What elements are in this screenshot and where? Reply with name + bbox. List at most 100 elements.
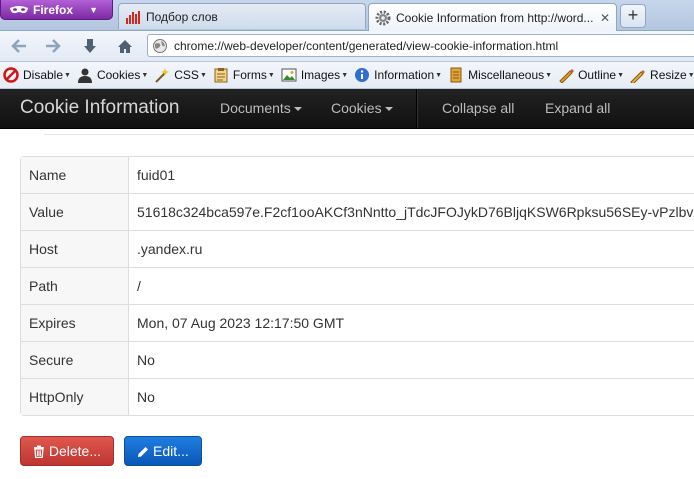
toolbar-item-label: CSS (174, 68, 199, 82)
cookies-icon (77, 68, 92, 83)
home-icon (118, 39, 132, 53)
row-value: / (129, 267, 694, 304)
table-row: HttpOnly No (21, 378, 694, 415)
row-value: No (129, 378, 694, 415)
toolbar-item-css[interactable]: CSS ▼ (154, 67, 207, 83)
cookies-menu-label: Cookies (331, 100, 382, 116)
row-value: 51618c324bca597e.F2cf1ooAKCf3nNntto_jTdc… (129, 193, 694, 230)
toolbar-item-forms[interactable]: Forms ▼ (213, 67, 275, 83)
url-bar[interactable]: chrome://web-developer/content/generated… (147, 34, 694, 57)
toolbar-item-label: Outline (578, 68, 617, 82)
dropdown-arrow-icon: ▼ (545, 71, 553, 79)
dropdown-arrow-icon: ▼ (341, 71, 349, 79)
forward-button[interactable] (42, 36, 64, 56)
pencil-icon (138, 446, 148, 457)
dropdown-arrow-icon: ▼ (141, 71, 149, 79)
firefox-menu-label: Firefox (33, 2, 74, 17)
toolbar-item-miscellaneous[interactable]: Miscellaneous ▼ (448, 67, 552, 83)
table-row: Value 51618c324bca597e.F2cf1ooAKCf3nNntt… (21, 193, 694, 230)
row-value: .yandex.ru (129, 230, 694, 267)
globe-icon (153, 38, 167, 53)
new-tab-button[interactable]: + (620, 4, 646, 28)
row-label: Expires (21, 304, 129, 341)
forward-arrow-icon (46, 39, 61, 53)
tab-cookie-information[interactable]: Cookie Information from http://word... ✕ (368, 3, 617, 31)
toolbar-item-label: Disable (23, 68, 64, 82)
toolbar-item-label: Resize (650, 68, 687, 82)
table-row: Name fuid01 (21, 157, 694, 193)
toolbar-item-label: Miscellaneous (468, 68, 545, 82)
row-label: Name (21, 157, 129, 193)
forms-icon (214, 68, 228, 83)
table-row: Expires Mon, 07 Aug 2023 12:17:50 GMT (21, 304, 694, 341)
edit-cookie-button[interactable]: Edit... (124, 436, 202, 466)
collapse-all-link[interactable]: Collapse all (442, 100, 514, 116)
chevron-down-icon: ▼ (89, 4, 98, 15)
back-arrow-icon (11, 39, 26, 53)
row-label: Secure (21, 341, 129, 378)
miscellaneous-icon (450, 67, 462, 83)
documents-menu[interactable]: Documents (220, 100, 302, 116)
section-divider (44, 134, 694, 135)
table-row: Path / (21, 267, 694, 304)
tab-word-selection[interactable]: Подбор слов (118, 3, 366, 29)
disable-icon (3, 67, 19, 83)
cookies-menu[interactable]: Cookies (331, 100, 393, 116)
back-button[interactable] (8, 36, 30, 56)
row-label: HttpOnly (21, 378, 129, 415)
css-icon (155, 68, 170, 83)
information-icon (355, 68, 370, 82)
dropdown-arrow-icon: ▼ (617, 71, 625, 79)
dropdown-arrow-icon: ▼ (199, 71, 207, 79)
web-developer-toolbar: Disable ▼ Cookies ▼ CSS ▼ Forms ▼ Images ▼ (0, 62, 694, 89)
toolbar-item-label: Images (300, 68, 341, 82)
documents-menu-label: Documents (220, 100, 291, 116)
row-label: Host (21, 230, 129, 267)
toolbar-item-disable[interactable]: Disable ▼ (3, 67, 71, 83)
row-label: Path (21, 267, 129, 304)
delete-button-label: Delete... (48, 443, 101, 459)
url-text: chrome://web-developer/content/generated… (174, 38, 559, 53)
page-brand-title[interactable]: Cookie Information (20, 97, 179, 119)
dropdown-arrow-icon: ▼ (64, 71, 71, 79)
resize-icon (630, 70, 646, 83)
dropdown-arrow-icon: ▼ (435, 71, 443, 79)
dropdown-arrow-icon: ▼ (687, 71, 694, 79)
row-label: Value (21, 193, 129, 230)
row-value: Mon, 07 Aug 2023 12:17:50 GMT (129, 304, 694, 341)
firefox-mask-icon (10, 5, 28, 13)
home-button[interactable] (114, 36, 136, 56)
tab-title: Cookie Information from http://word... (396, 10, 594, 25)
toolbar-item-information[interactable]: Information ▼ (354, 67, 442, 83)
toolbar-item-cookies[interactable]: Cookies ▼ (77, 67, 148, 83)
images-icon (281, 68, 297, 82)
navbar-divider (416, 89, 417, 128)
caret-down-icon (384, 107, 393, 112)
trash-icon (33, 445, 44, 458)
table-row: Host .yandex.ru (21, 230, 694, 267)
firefox-menu-button[interactable]: Firefox ▼ (0, 0, 113, 20)
toolbar-item-images[interactable]: Images ▼ (281, 67, 348, 83)
navigation-bar: chrome://web-developer/content/generated… (0, 31, 694, 62)
close-tab-icon[interactable]: ✕ (594, 11, 610, 25)
table-row: Secure No (21, 341, 694, 378)
toolbar-item-resize[interactable]: Resize ▼ (630, 67, 694, 83)
toolbar-item-label: Information (374, 68, 435, 82)
download-arrow-icon (84, 39, 96, 53)
toolbar-item-label: Cookies (96, 68, 141, 82)
page-navbar: Cookie Information Documents Cookies Col… (0, 89, 694, 129)
tab-title: Подбор слов (146, 9, 218, 24)
row-value: No (129, 341, 694, 378)
dropdown-arrow-icon: ▼ (267, 71, 275, 79)
delete-cookie-button[interactable]: Delete... (20, 436, 114, 466)
cookie-details-table: Name fuid01 Value 51618c324bca597e.F2cf1… (20, 156, 694, 416)
outline-icon (559, 69, 575, 83)
caret-down-icon (293, 107, 302, 112)
toolbar-item-label: Forms (232, 68, 267, 82)
expand-all-link[interactable]: Expand all (545, 100, 610, 116)
row-value: fuid01 (137, 167, 176, 183)
toolbar-item-outline[interactable]: Outline ▼ (558, 67, 624, 83)
bar-chart-favicon-icon (126, 10, 140, 24)
edit-button-label: Edit... (153, 443, 189, 459)
download-button[interactable] (79, 36, 101, 56)
